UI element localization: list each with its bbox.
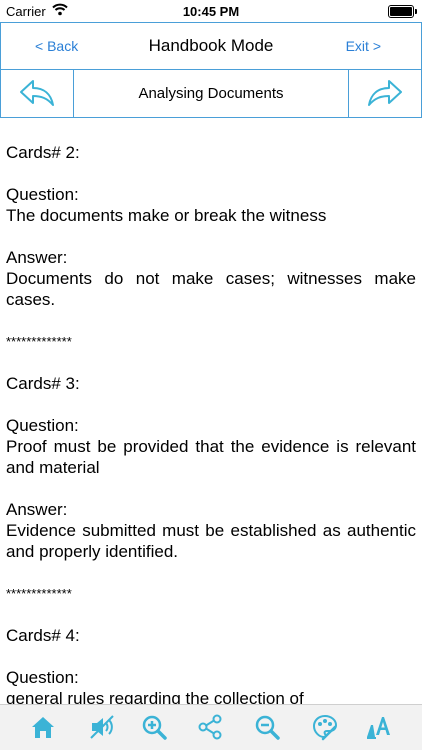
card-question: Question: The documents make or break th… (6, 184, 416, 226)
home-button[interactable] (29, 713, 57, 741)
nav-bar: < Back Handbook Mode Exit > (0, 22, 422, 70)
card-header: Cards# 4: (6, 626, 80, 645)
card-answer: Answer: Documents do not make cases; wit… (6, 247, 416, 310)
question-text: The documents make or break the witness (6, 206, 327, 225)
exit-button[interactable]: Exit > (346, 38, 381, 54)
answer-label: Answer: (6, 248, 68, 267)
answer-text: Documents do not make cases; witnesses m… (6, 269, 416, 309)
bottom-toolbar (0, 704, 422, 750)
card-separator: ************* (6, 334, 72, 349)
status-bar: Carrier 10:45 PM (0, 0, 422, 22)
card-answer: Answer: Evidence submitted must be estab… (6, 499, 416, 562)
question-label: Question: (6, 416, 79, 435)
zoom-in-button[interactable] (140, 713, 168, 741)
answer-text: Evidence submitted must be established a… (6, 521, 416, 561)
card-header: Cards# 3: (6, 374, 80, 393)
chapter-bar: Analysing Documents (0, 70, 422, 118)
card-question: Question: Proof must be provided that th… (6, 415, 416, 478)
zoom-out-icon (255, 715, 280, 740)
arrow-right-icon (368, 80, 402, 106)
palette-icon (312, 714, 338, 741)
font-style-button[interactable] (364, 713, 392, 741)
zoom-in-icon (142, 715, 167, 740)
card-question: Question: general rules regarding the co… (6, 667, 416, 704)
previous-chapter-button[interactable] (1, 70, 74, 117)
font-style-icon (367, 717, 390, 739)
clock: 10:45 PM (182, 4, 240, 19)
next-chapter-button[interactable] (348, 70, 421, 117)
question-label: Question: (6, 185, 79, 204)
home-icon (32, 717, 54, 738)
card-content: Cards# 2: Question: The documents make o… (6, 142, 416, 704)
arrow-left-icon (20, 80, 54, 106)
speaker-off-icon (90, 715, 114, 739)
share-button[interactable] (196, 713, 224, 741)
battery-icon (388, 5, 417, 18)
question-text: general rules regarding the collection o… (6, 689, 304, 704)
chapter-title: Analysing Documents (138, 85, 284, 102)
card-header: Cards# 2: (6, 143, 80, 162)
question-text: Proof must be provided that the evidence… (6, 437, 416, 477)
share-icon (198, 714, 222, 740)
question-label: Question: (6, 668, 79, 687)
answer-label: Answer: (6, 500, 68, 519)
card-separator: ************* (6, 586, 72, 601)
palette-button[interactable] (311, 713, 339, 741)
speaker-off-button[interactable] (88, 713, 116, 741)
zoom-out-button[interactable] (253, 713, 281, 741)
